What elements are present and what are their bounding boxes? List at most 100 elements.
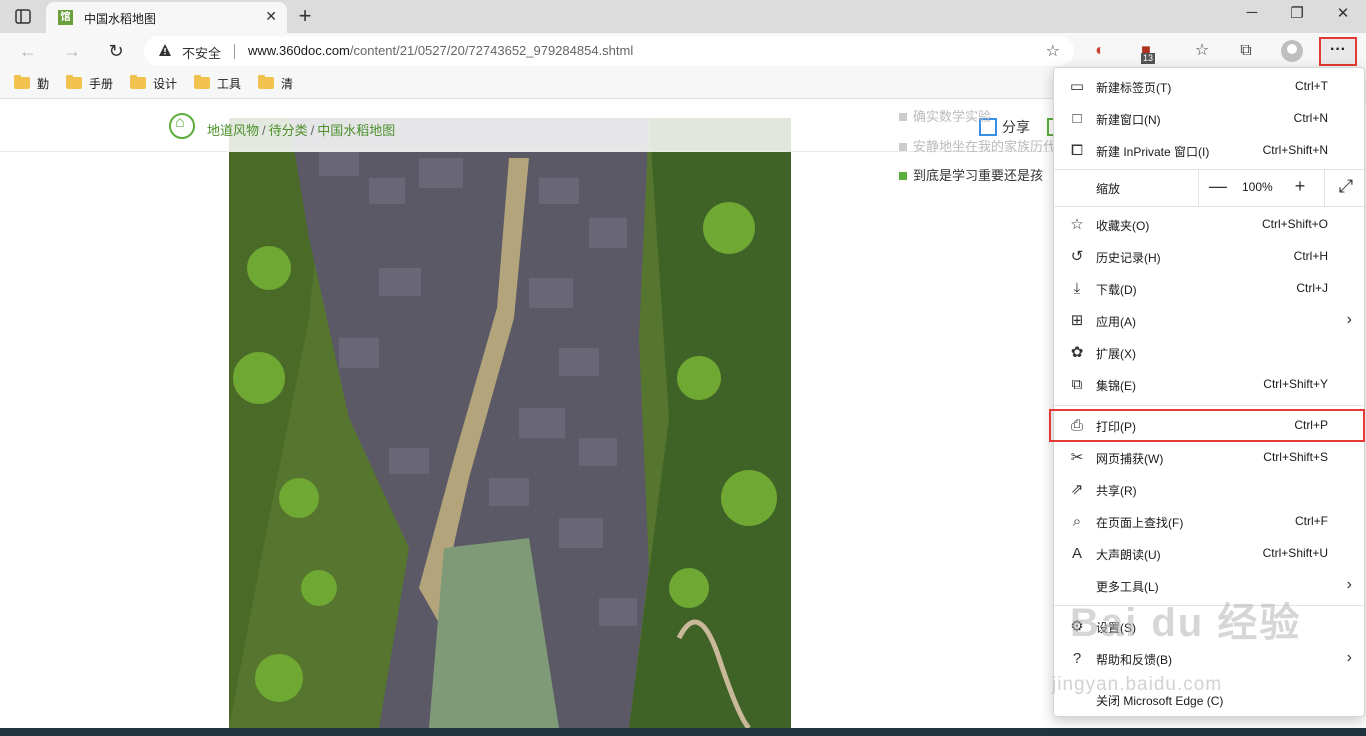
bookmark-folder[interactable]: 工具 — [194, 75, 241, 93]
zoom-label: 缩放 — [1096, 182, 1121, 196]
menu-item-apps[interactable]: ⊞ 应用(A) › — [1054, 306, 1364, 336]
menu-item-label: 历史记录(H) — [1096, 251, 1161, 265]
bookmark-folder[interactable]: 手册 — [66, 75, 113, 93]
breadcrumb-item[interactable]: 地道风物 — [207, 123, 259, 138]
breadcrumb: 地道风物 / 待分类 / 中国水稻地图 — [207, 120, 395, 139]
menu-item-inprivate[interactable]: ⧠ 新建 InPrivate 窗口(I) Ctrl+Shift+N — [1054, 136, 1364, 166]
menu-item-shortcut: Ctrl+T — [1295, 79, 1328, 93]
warning-icon[interactable] — [158, 43, 172, 57]
back-button[interactable]: ← — [15, 39, 41, 63]
restore-button[interactable]: ❐ — [1274, 4, 1320, 22]
menu-item-favorites[interactable]: ☆ 收藏夹(O) Ctrl+Shift+O — [1054, 210, 1364, 240]
security-label[interactable]: 不安全 — [182, 43, 221, 62]
zoom-in-button[interactable]: + — [1288, 176, 1312, 197]
bookmark-label: 设计 — [153, 77, 178, 91]
tab-close-icon[interactable]: ✕ — [265, 8, 277, 25]
bookmark-label: 工具 — [217, 77, 242, 91]
bookmark-folder[interactable]: 清 — [258, 75, 293, 93]
fullscreen-button[interactable]: ⤢ — [1334, 176, 1358, 197]
breadcrumb-item[interactable]: 中国水稻地图 — [317, 123, 395, 138]
new-tab-button[interactable]: + — [292, 3, 318, 29]
settings-more-button[interactable]: ··· — [1319, 37, 1357, 66]
share-label: 分享 — [1002, 119, 1030, 135]
extension-badge-count: 13 — [1141, 53, 1156, 64]
menu-item-help[interactable]: ? 帮助和反馈(B) › — [1054, 644, 1364, 674]
address-bar[interactable]: 不安全 www.360doc.com/content/21/0527/20/72… — [144, 36, 1074, 66]
tab-actions-icon[interactable] — [10, 6, 36, 28]
menu-item-label: 新建窗口(N) — [1096, 113, 1161, 127]
menu-item-label: 扩展(X) — [1096, 347, 1136, 361]
add-favorite-icon[interactable]: ☆ — [1046, 41, 1060, 61]
find-icon: ⌕ — [1072, 513, 1082, 530]
bookmark-folder[interactable]: 设计 — [130, 75, 177, 93]
collections-icon[interactable]: ⧉ — [1233, 39, 1259, 63]
aerial-village-photo — [229, 118, 791, 728]
menu-item-shortcut: Ctrl+Shift+N — [1262, 143, 1328, 157]
menu-item-shortcut: Ctrl+F — [1295, 514, 1328, 528]
zoom-out-button[interactable]: — — [1206, 176, 1230, 197]
read-aloud-icon: A — [1071, 545, 1082, 562]
related-link[interactable]: 确实数学实验 — [899, 106, 991, 125]
menu-item-read-aloud[interactable]: A 大声朗读(U) Ctrl+Shift+U — [1054, 539, 1364, 569]
url-path: /content/21/0527/20/72743652_979284854.s… — [349, 43, 634, 58]
menu-item-label: 下载(D) — [1096, 283, 1137, 297]
home-icon[interactable] — [169, 113, 195, 139]
menu-item-label: 集锦(E) — [1096, 379, 1136, 393]
bookmark-folder[interactable]: 勤 — [14, 75, 49, 93]
web-capture-icon: ✂ — [1070, 449, 1084, 466]
new-tab-icon: ▭ — [1069, 78, 1085, 95]
favorites-icon: ☆ — [1070, 216, 1084, 233]
profile-avatar[interactable] — [1281, 40, 1303, 62]
menu-item-history[interactable]: ↺ 历史记录(H) Ctrl+H — [1054, 242, 1364, 272]
menu-divider — [1054, 405, 1364, 406]
url-text[interactable]: www.360doc.com/content/21/0527/20/727436… — [248, 43, 633, 58]
menu-item-shortcut: Ctrl+Shift+O — [1261, 217, 1328, 231]
menu-item-shortcut: Ctrl+Shift+U — [1262, 546, 1328, 560]
menu-item-label: 新建标签页(T) — [1096, 81, 1172, 95]
extension-badge-icon[interactable]: ■ 13 — [1133, 39, 1159, 64]
menu-item-label: 应用(A) — [1096, 315, 1136, 329]
folder-icon — [258, 75, 274, 89]
breadcrumb-separator: / — [262, 123, 266, 138]
extension-icon[interactable]: ◐ — [1087, 39, 1113, 63]
menu-item-share[interactable]: ⇗ 共享(R) — [1054, 475, 1364, 505]
forward-button[interactable]: → — [59, 39, 85, 63]
menu-item-shortcut: Ctrl+Shift+Y — [1263, 377, 1328, 391]
tab-active[interactable]: 馆 中国水稻地图 ✕ — [46, 2, 287, 33]
menu-item-new-window[interactable]: □ 新建窗口(N) Ctrl+N — [1054, 104, 1364, 134]
related-link[interactable]: 到底是学习重要还是孩 — [899, 165, 1043, 184]
folder-icon — [14, 75, 30, 89]
inprivate-icon: ⧠ — [1070, 142, 1083, 159]
menu-item-downloads[interactable]: ⤓ 下载(D) Ctrl+J — [1054, 274, 1364, 304]
bookmark-label: 手册 — [89, 77, 114, 91]
bookmark-label: 勤 — [37, 77, 50, 91]
menu-item-find[interactable]: ⌕ 在页面上查找(F) Ctrl+F — [1054, 507, 1364, 537]
menu-item-collections[interactable]: ⧉ 集锦(E) Ctrl+Shift+Y — [1054, 370, 1364, 400]
breadcrumb-item[interactable]: 待分类 — [269, 123, 308, 138]
favorites-icon[interactable]: ☆ — [1189, 39, 1215, 63]
menu-item-extensions[interactable]: ✿ 扩展(X) — [1054, 338, 1364, 368]
share-icon: ⇗ — [1070, 481, 1084, 498]
history-icon: ↺ — [1070, 248, 1084, 265]
related-link[interactable]: 安静地坐在我的家族历代 — [899, 136, 1056, 155]
menu-item-web-capture[interactable]: ✂ 网页捕获(W) Ctrl+Shift+S — [1054, 443, 1364, 473]
url-host: www.360doc.com — [248, 43, 350, 58]
address-divider — [234, 44, 235, 59]
zoom-control: 缩放 — 100% + ⤢ — [1054, 170, 1364, 206]
menu-item-new-tab[interactable]: ▭ 新建标签页(T) Ctrl+T — [1054, 72, 1364, 102]
menu-item-shortcut: Ctrl+Shift+S — [1263, 450, 1328, 464]
zoom-divider — [1198, 170, 1199, 206]
extensions-icon: ✿ — [1070, 344, 1084, 361]
minimize-button[interactable]: ─ — [1229, 4, 1275, 21]
site-favicon-icon: 馆 — [58, 10, 73, 25]
close-window-button[interactable]: ✕ — [1320, 4, 1366, 22]
refresh-button[interactable]: ↻ — [103, 39, 129, 63]
help-icon: ? — [1072, 650, 1082, 667]
bookmark-label: 清 — [281, 77, 294, 91]
menu-item-label: 共享(R) — [1096, 484, 1137, 498]
zoom-divider — [1324, 170, 1325, 206]
baidu-watermark-url: jingyan.baidu.com — [1052, 674, 1223, 695]
menu-item-label: 收藏夹(O) — [1096, 219, 1150, 233]
zoom-value: 100% — [1242, 180, 1273, 194]
menu-item-label: 新建 InPrivate 窗口(I) — [1096, 145, 1210, 159]
